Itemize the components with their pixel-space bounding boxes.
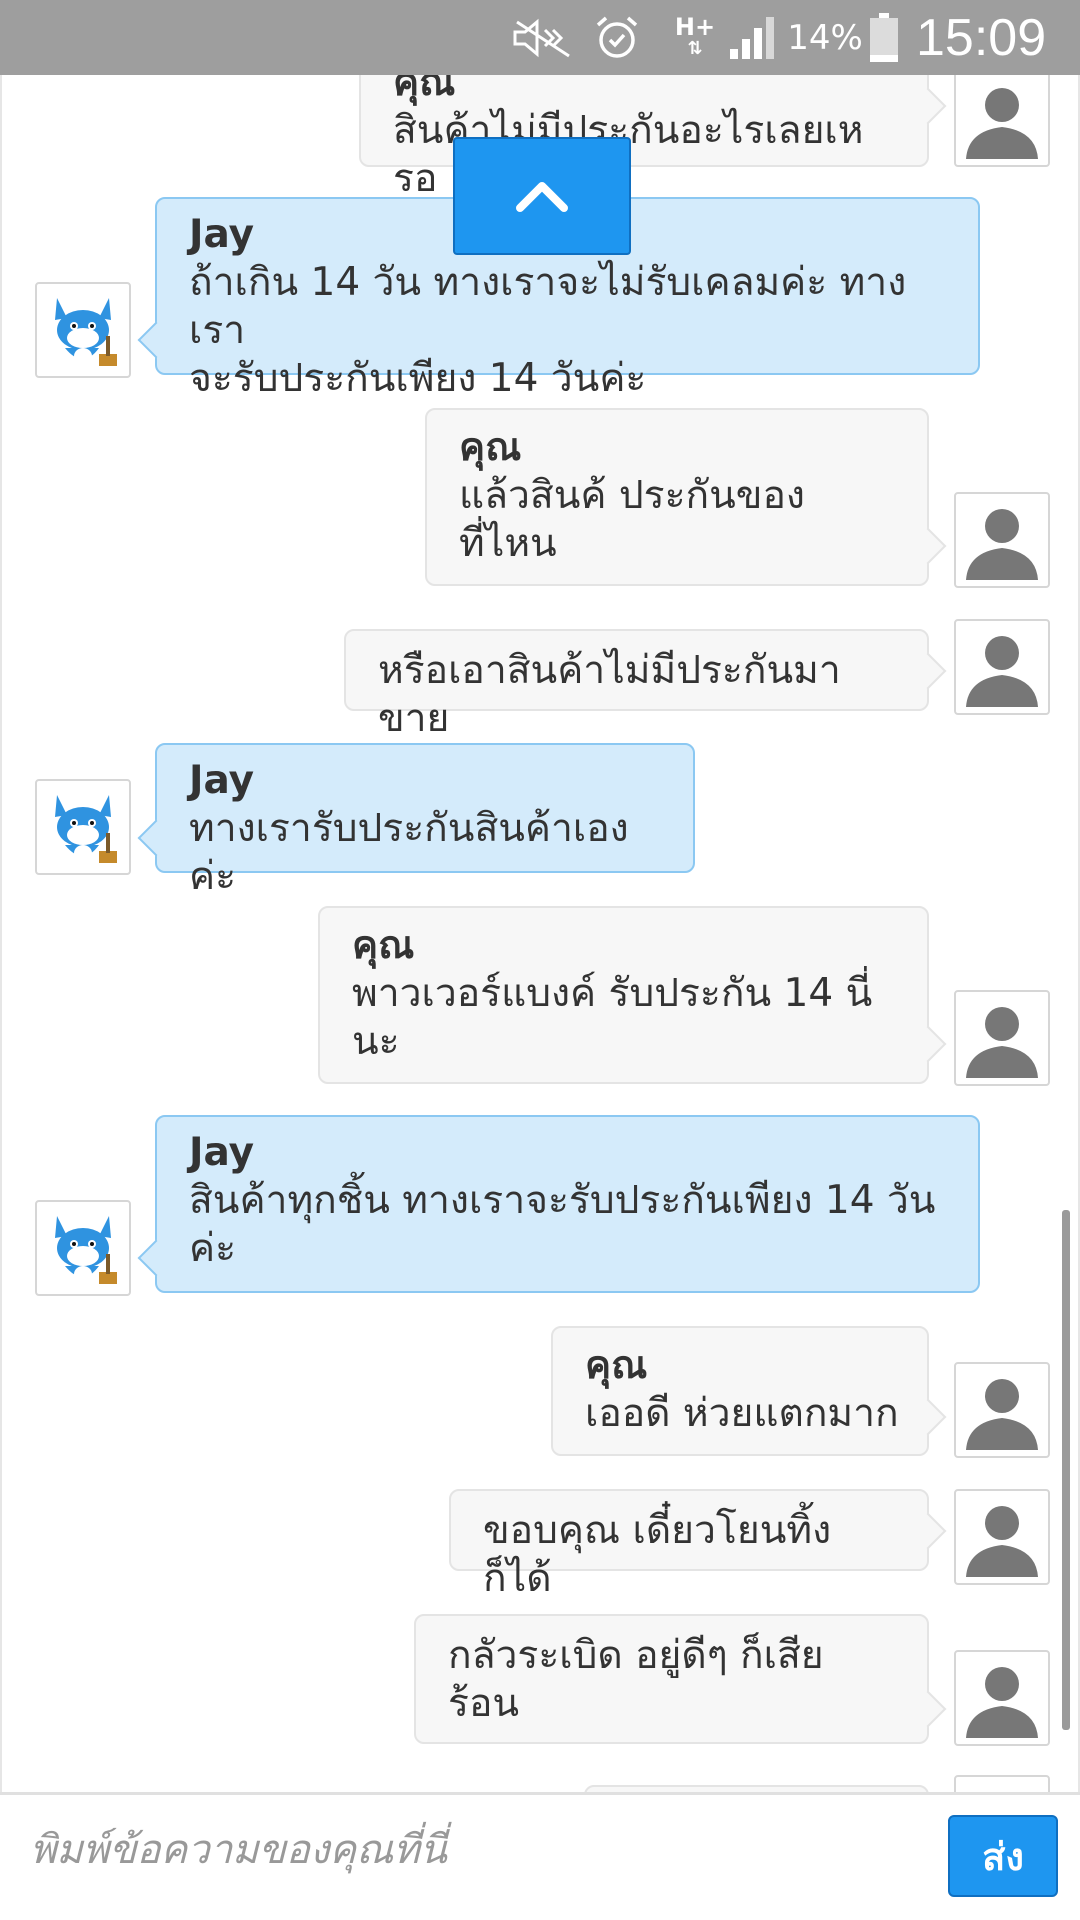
scroll-to-top-button[interactable]	[453, 137, 631, 255]
chat-area[interactable]: คุณ สินค้าไม่มีประกันอะไรเลยเหรอ Jay ถ้า…	[0, 75, 1080, 1792]
agent-avatar	[35, 282, 131, 378]
user-silhouette-icon	[966, 1379, 1038, 1450]
user-silhouette-icon	[966, 509, 1038, 580]
user-avatar	[954, 1650, 1050, 1746]
message-sender: Jay	[189, 758, 255, 803]
message-text: แล้วสินค้ ประกันของ ที่ไหน	[459, 473, 805, 566]
message-bubble-incoming: Jay ทางเรารับประกันสินค้าเองค่ะ	[155, 743, 695, 899]
user-silhouette-icon	[966, 1506, 1038, 1577]
message-list: คุณ สินค้าไม่มีประกันอะไรเลยเหรอ Jay ถ้า…	[2, 75, 1078, 1792]
alarm-icon	[592, 0, 642, 75]
user-avatar	[954, 1489, 1050, 1585]
user-silhouette-icon	[966, 636, 1038, 707]
message-sender: คุณ	[585, 1343, 648, 1388]
user-silhouette-icon	[966, 88, 1038, 159]
battery-percent: 14%	[787, 17, 863, 58]
network-type-label: H+	[674, 12, 716, 41]
message-bubble-outgoing: กลัวระเบิด อยู่ดีๆ ก็เสีย ร้อน	[414, 1614, 929, 1744]
chevron-up-icon	[516, 182, 568, 212]
blue-cat-mascot-icon	[55, 298, 117, 366]
message-bubble-outgoing: คุณ สินค้าไม่มีประกันอะไรเลยเหรอ	[359, 75, 929, 201]
agent-avatar	[35, 1200, 131, 1296]
data-arrows-icon: ⇅	[687, 37, 703, 59]
user-silhouette-icon	[966, 1667, 1038, 1738]
blue-cat-mascot-icon	[55, 1216, 117, 1284]
message-bubble-outgoing: คุณ เออดี ห่วยแตกมาก	[551, 1326, 929, 1456]
blue-cat-mascot-icon	[55, 795, 117, 863]
message-text: พาวเวอร์แบงค์ รับประกัน 14 นี่ นะ	[352, 971, 873, 1064]
chat-scrollbar[interactable]	[1062, 1210, 1070, 1730]
message-text: กลัวระเบิด อยู่ดีๆ ก็เสีย ร้อน	[448, 1633, 824, 1726]
message-text: เออดี ห่วยแตกมาก	[585, 1391, 899, 1436]
user-avatar	[954, 75, 1050, 167]
message-sender: Jay	[189, 1130, 255, 1175]
signal-icon	[726, 0, 778, 75]
user-avatar	[954, 492, 1050, 588]
message-text: ทางเรารับประกันสินค้าเองค่ะ	[189, 806, 629, 899]
user-avatar	[954, 1362, 1050, 1458]
network-icon: H+ ⇅	[670, 0, 720, 75]
message-bubble-outgoing: คุณ แล้วสินค้ ประกันของ ที่ไหน	[425, 408, 929, 586]
user-silhouette-icon	[966, 1007, 1038, 1078]
message-bubble-outgoing: หรือเอาสินค้าไม่มีประกันมาขาย	[344, 629, 929, 741]
message-sender: คุณ	[352, 923, 415, 968]
message-bubble-incoming: Jay สินค้าทุกชิ้น ทางเราจะรับประกันเพียง…	[155, 1115, 980, 1293]
message-text: สินค้าทุกชิ้น ทางเราจะรับประกันเพียง 14 …	[189, 1178, 936, 1271]
message-bubble-outgoing-partial	[584, 1785, 929, 1792]
clock-time: 15:09	[916, 8, 1047, 67]
status-bar: H+ ⇅ 14% 15:09	[0, 0, 1080, 75]
message-bubble-outgoing: คุณ พาวเวอร์แบงค์ รับประกัน 14 นี่ นะ	[318, 906, 929, 1084]
user-avatar	[954, 990, 1050, 1086]
user-avatar	[954, 619, 1050, 715]
battery-icon	[866, 0, 902, 75]
message-composer: ส่ง	[0, 1792, 1080, 1920]
message-text: ถ้าเกิน 14 วัน ทางเราจะไม่รับเคลมค่ะ ทาง…	[189, 260, 907, 401]
message-text: ขอบคุณ เดี๋ยวโยนทิ้งก็ได้	[483, 1508, 832, 1601]
user-avatar	[954, 1775, 1050, 1792]
mute-icon	[508, 0, 578, 75]
message-input[interactable]	[30, 1815, 930, 1885]
message-text: หรือเอาสินค้าไม่มีประกันมาขาย	[378, 648, 841, 741]
send-button[interactable]: ส่ง	[948, 1815, 1058, 1897]
chat-screen: H+ ⇅ 14% 15:09 คุณ สินค้าไม่มีประกันอะไร…	[0, 0, 1080, 1920]
agent-avatar	[35, 779, 131, 875]
message-bubble-outgoing: ขอบคุณ เดี๋ยวโยนทิ้งก็ได้	[449, 1489, 929, 1601]
message-sender: คุณ	[459, 425, 522, 470]
message-sender: คุณ	[393, 75, 456, 105]
